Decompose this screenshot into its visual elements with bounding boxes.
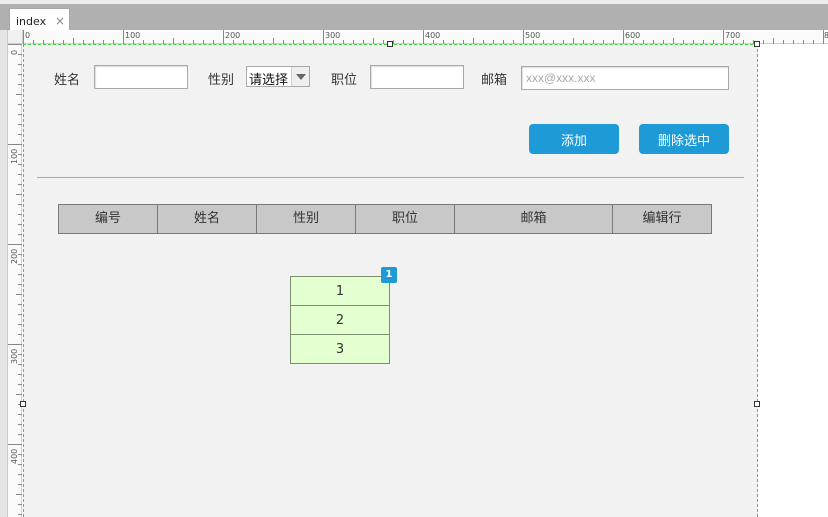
- vertical-ruler: 0 100 200 300 400: [8, 44, 22, 517]
- name-label: 姓名: [54, 73, 81, 88]
- position-label: 职位: [331, 73, 358, 88]
- left-panel-edge: [0, 30, 8, 517]
- vruler-label: 400: [10, 449, 19, 464]
- gender-label: 性别: [208, 73, 235, 88]
- ruler-corner: [8, 30, 23, 44]
- hruler-label: 600: [625, 31, 640, 40]
- vertical-ruler-ticks: 0 100 200 300 400: [8, 44, 22, 515]
- prototype-editor: index × 0 100 200 300 400 500 600 700 8 …: [0, 0, 828, 517]
- table-header: 编号 姓名 性别 职位 邮箱 编辑行: [58, 204, 712, 234]
- name-input[interactable]: [94, 65, 188, 89]
- chevron-down-icon[interactable]: [291, 67, 309, 86]
- hruler-label: 100: [125, 31, 140, 40]
- gender-selected-value: 请选择: [249, 73, 289, 88]
- delete-selected-button[interactable]: 删除选中: [639, 124, 729, 154]
- hruler-label: 0: [25, 31, 30, 40]
- hruler-label: 500: [525, 31, 540, 40]
- vruler-label: 200: [10, 249, 19, 264]
- page-item[interactable]: 3: [290, 334, 390, 364]
- page-repeater: 1 2 3: [290, 276, 390, 364]
- resize-handle-right[interactable]: [754, 401, 760, 407]
- column-header-edit-row: 编辑行: [642, 211, 682, 226]
- repeater-badge[interactable]: 1: [381, 267, 397, 283]
- design-canvas[interactable]: 姓名 性别 请选择 职位 邮箱 添加 删除选中 编号 姓名 性别 职位 邮箱 编…: [20, 41, 760, 517]
- hruler-label: 300: [325, 31, 340, 40]
- email-label: 邮箱: [481, 73, 508, 88]
- horizontal-ruler-ticks: 0 100 200 300 400 500 600 700 8: [23, 30, 828, 44]
- resize-handle-left[interactable]: [20, 401, 26, 407]
- column-header-id: 编号: [59, 205, 158, 233]
- hruler-label: 700: [725, 31, 740, 40]
- gender-select[interactable]: 请选择: [246, 66, 310, 88]
- page-item[interactable]: 1: [290, 276, 390, 306]
- close-icon[interactable]: ×: [55, 14, 65, 28]
- column-header-gender: 性别: [257, 205, 356, 233]
- column-header-position: 职位: [356, 205, 455, 233]
- page-item[interactable]: 2: [290, 305, 390, 335]
- tab-title: index: [16, 15, 47, 28]
- vruler-label: 100: [10, 149, 19, 164]
- section-divider: [37, 177, 744, 178]
- hruler-label: 200: [225, 31, 240, 40]
- position-input[interactable]: [370, 65, 464, 89]
- column-header-name: 姓名: [158, 205, 257, 233]
- resize-handle-top[interactable]: [387, 41, 393, 47]
- hruler-label: 400: [425, 31, 440, 40]
- resize-handle-top-right[interactable]: [754, 41, 760, 47]
- add-button[interactable]: 添加: [529, 124, 619, 154]
- hruler-label: 8: [824, 31, 828, 40]
- email-input[interactable]: [521, 66, 729, 90]
- horizontal-ruler: 0 100 200 300 400 500 600 700 8: [23, 30, 828, 44]
- vruler-label: 0: [10, 50, 19, 55]
- document-tab-strip: index ×: [0, 0, 828, 34]
- column-header-email: 邮箱: [455, 205, 613, 233]
- vruler-label: 300: [10, 349, 19, 364]
